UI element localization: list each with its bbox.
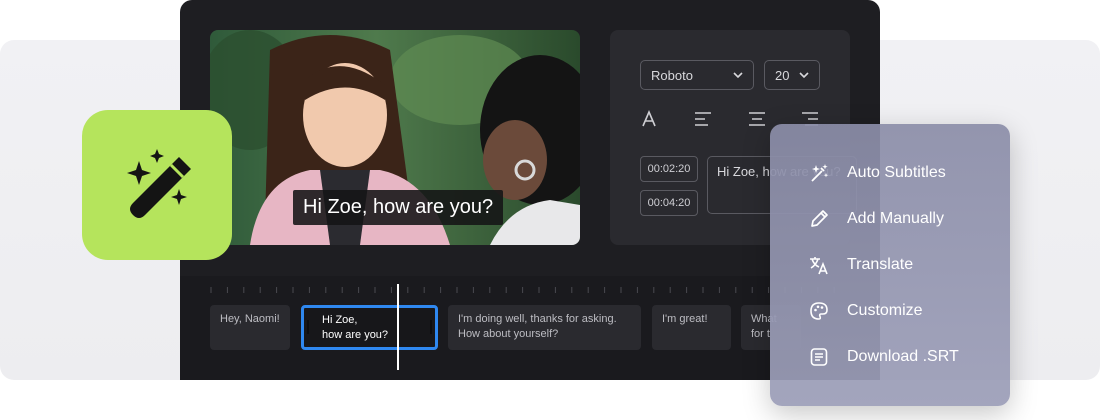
clip-line: I'm great!	[662, 313, 708, 325]
menu-item-label: Auto Subtitles	[847, 164, 946, 181]
clip-end-handle[interactable]	[430, 320, 432, 334]
clip-line: Hey, Naomi!	[220, 313, 280, 325]
font-family-select[interactable]: Roboto	[640, 60, 754, 90]
font-family-value: Roboto	[651, 67, 693, 83]
align-left-icon[interactable]	[693, 110, 713, 128]
subtitle-clip[interactable]: Hey, Naomi!	[210, 305, 290, 350]
clip-line: Hi Zoe,	[322, 314, 358, 326]
palette-icon	[808, 300, 830, 322]
subtitle-clip[interactable]: I'm doing well, thanks for asking. How a…	[448, 305, 641, 350]
translate-icon	[808, 254, 830, 276]
subtitle-clip-selected[interactable]: Hi Zoe, how are you?	[301, 305, 438, 350]
subtitle-clip[interactable]: I'm great!	[652, 305, 731, 350]
clip-start-handle[interactable]	[307, 320, 309, 334]
playhead[interactable]	[397, 284, 399, 370]
font-size-select[interactable]: 20	[764, 60, 820, 90]
end-time-field[interactable]: 00:04:20	[640, 190, 698, 216]
clip-line: How about yourself?	[458, 328, 559, 340]
clip-line: how are you?	[322, 329, 389, 341]
menu-item-label: Translate	[847, 256, 914, 273]
timeline-ruler	[210, 287, 835, 293]
menu-item-label: Download .SRT	[847, 348, 959, 365]
pencil-icon	[808, 208, 830, 230]
menu-item-translate[interactable]: Translate	[808, 253, 913, 277]
start-time-field[interactable]: 00:02:20	[640, 156, 698, 182]
clip-line: I'm doing well, thanks for asking.	[458, 313, 617, 325]
chevron-down-icon	[733, 72, 743, 79]
magic-feature-badge	[82, 110, 232, 260]
subtitle-actions-menu: Auto Subtitles Add Manually Translate Cu…	[770, 124, 1010, 406]
text-style-icon[interactable]	[640, 110, 658, 128]
font-size-value: 20	[775, 67, 790, 83]
chevron-down-icon	[799, 72, 809, 79]
stage: Hi Zoe, how are you? Roboto 20 00:02:20 …	[0, 0, 1100, 420]
menu-item-customize[interactable]: Customize	[808, 299, 923, 323]
menu-item-auto-subtitles[interactable]: Auto Subtitles	[808, 161, 946, 185]
video-caption: Hi Zoe, how are you?	[293, 190, 504, 225]
menu-item-label: Customize	[847, 302, 923, 319]
align-center-icon[interactable]	[747, 110, 767, 128]
menu-item-label: Add Manually	[847, 210, 944, 227]
menu-item-download-srt[interactable]: Download .SRT	[808, 345, 959, 369]
magic-wand-icon	[127, 149, 191, 218]
document-icon	[808, 346, 830, 368]
video-preview[interactable]: Hi Zoe, how are you?	[210, 30, 580, 245]
menu-item-add-manually[interactable]: Add Manually	[808, 207, 944, 231]
magic-wand-icon	[808, 162, 830, 184]
